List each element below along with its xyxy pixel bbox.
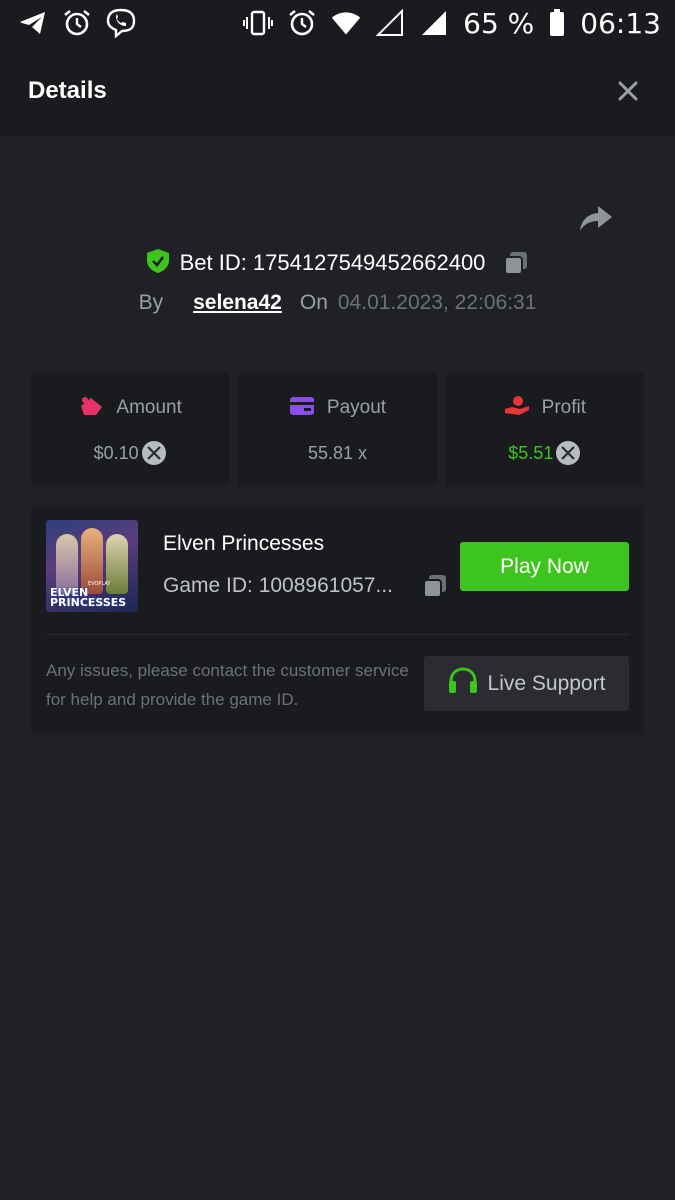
clock: 06:13 — [580, 6, 661, 40]
bet-datetime: 04.01.2023, 22:06:31 — [337, 291, 537, 314]
coin-icon — [141, 440, 167, 466]
help-text: Any issues, please contact the customer … — [46, 661, 409, 709]
username-link[interactable]: selena42 — [193, 291, 282, 315]
thumbnail-brand: EVOPLAY — [88, 581, 111, 587]
stat-profit: Profit $5.51 — [445, 373, 644, 487]
play-now-button[interactable]: Play Now — [460, 542, 629, 591]
game-thumbnail[interactable]: EVOPLAY ELVEN PRINCESSES — [46, 520, 138, 612]
game-card: EVOPLAY ELVEN PRINCESSES Elven Princesse… — [31, 505, 644, 735]
page-title: Details — [28, 77, 107, 104]
bet-id-row: Bet ID: 1754127549452662400 — [0, 244, 675, 282]
vibrate-icon — [243, 8, 274, 38]
battery-icon — [548, 8, 566, 38]
bet-stats: Amount $0.10 Payout 55.81 x Profit $5.51 — [31, 373, 644, 487]
share-icon[interactable] — [578, 200, 614, 236]
amount-icon — [78, 395, 104, 422]
copy-bet-id-icon[interactable] — [503, 250, 529, 276]
telegram-icon — [18, 8, 48, 38]
stat-value: $0.10 — [93, 442, 139, 463]
verified-shield-icon — [146, 248, 170, 279]
game-title: Elven Princesses — [163, 532, 325, 555]
stat-label: Payout — [326, 397, 387, 418]
payout-card-icon — [289, 395, 315, 422]
stat-value: $5.51 — [508, 442, 554, 463]
bet-meta-row: By selena42 On 04.01.2023, 22:06:31 — [0, 286, 675, 320]
by-label: By — [138, 291, 164, 314]
copy-game-id-icon[interactable] — [422, 573, 448, 599]
live-support-label: Live Support — [487, 671, 606, 695]
live-support-button[interactable]: Live Support — [424, 656, 629, 711]
status-bar: 65 % 06:13 — [0, 0, 675, 46]
on-label: On — [299, 291, 328, 314]
stat-value: 55.81 x — [307, 442, 368, 463]
alarm-icon — [62, 8, 92, 38]
battery-percent: 65 % — [463, 6, 535, 40]
wifi-icon — [331, 8, 361, 38]
coin-icon — [555, 440, 581, 466]
game-id-row: Game ID: 1008961057... — [163, 573, 448, 599]
alarm-icon — [287, 8, 317, 38]
viber-icon — [106, 8, 136, 38]
divider — [46, 634, 629, 635]
game-id: Game ID: 1008961057... — [163, 574, 393, 597]
headset-icon — [448, 667, 478, 700]
details-header: Details — [0, 46, 675, 136]
stat-label: Profit — [541, 397, 586, 418]
close-icon[interactable] — [613, 76, 643, 106]
stat-amount: Amount $0.10 — [31, 373, 230, 487]
stat-payout: Payout 55.81 x — [238, 373, 437, 487]
signal-icon — [419, 8, 449, 38]
signal-empty-icon — [375, 8, 405, 38]
stat-label: Amount — [116, 397, 182, 418]
bet-id: Bet ID: 1754127549452662400 — [179, 250, 486, 275]
thumbnail-logo: ELVEN PRINCESSES — [50, 586, 127, 609]
profit-hand-icon — [504, 395, 530, 422]
